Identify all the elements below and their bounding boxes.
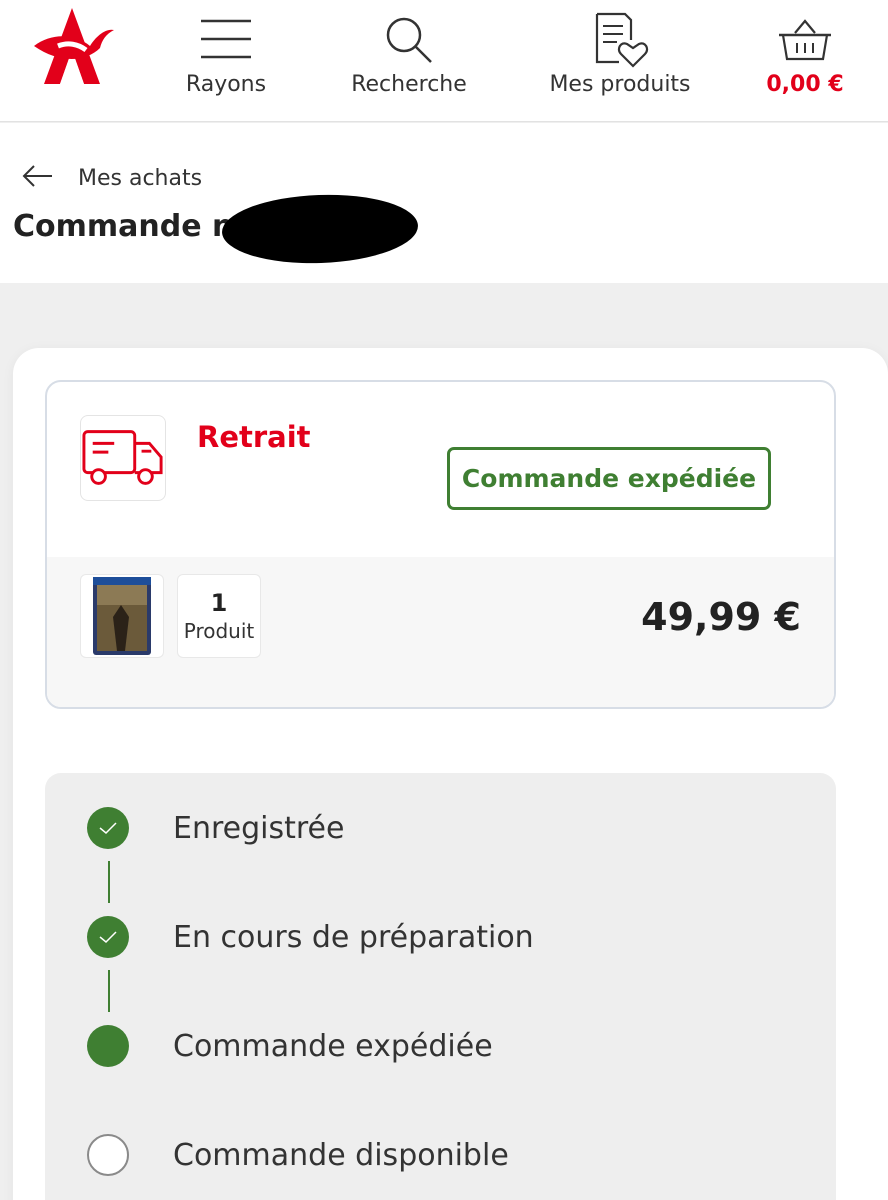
check-icon: [87, 807, 129, 849]
search-icon: [384, 12, 434, 68]
menu-icon: [199, 12, 253, 68]
truck-icon: [80, 415, 166, 501]
list-heart-icon: [591, 12, 649, 68]
status-badge: Commande expédiée: [447, 447, 771, 510]
nav-rayons[interactable]: Rayons: [168, 0, 284, 122]
pending-step-dot: [87, 1134, 129, 1176]
tracking-step-enregistree: Enregistrée: [87, 806, 344, 850]
product-count: 1 Produit: [177, 574, 261, 658]
nav-recherche-label: Recherche: [351, 72, 467, 97]
arrow-left-icon: [22, 165, 54, 191]
product-thumbnail[interactable]: [80, 574, 164, 658]
tracking-step-disponible: Commande disponible: [87, 1133, 509, 1177]
tracking-connector: [108, 970, 110, 1012]
basket-icon: [777, 12, 833, 68]
order-summary-card[interactable]: Retrait Commande expédiée 1 Produit 49,9…: [45, 380, 836, 709]
back-link-label: Mes achats: [78, 165, 203, 191]
page-title: Commande n°: [13, 209, 249, 244]
tracking-step-label: En cours de préparation: [173, 919, 534, 955]
nav-mes-produits-label: Mes produits: [549, 72, 691, 97]
cart-total: 0,00 €: [766, 72, 844, 97]
product-count-value: 1: [210, 589, 228, 617]
check-icon: [87, 916, 129, 958]
nav-recherche[interactable]: Recherche: [344, 0, 474, 122]
tracking-connector: [108, 861, 110, 903]
delivery-mode: Retrait: [197, 420, 311, 454]
current-step-dot: [87, 1025, 129, 1067]
tracking-step-label: Commande expédiée: [173, 1028, 493, 1064]
auchan-logo[interactable]: [30, 6, 114, 86]
page-header: Mes achats Commande n°: [0, 123, 888, 283]
product-count-label: Produit: [183, 619, 255, 643]
order-tracking: Enregistrée En cours de préparation Comm…: [45, 773, 836, 1200]
nav-mes-produits[interactable]: Mes produits: [540, 0, 700, 122]
nav-panier[interactable]: 0,00 €: [755, 0, 855, 122]
order-price: 49,99 €: [641, 595, 801, 639]
order-items-row: 1 Produit 49,99 €: [47, 557, 834, 707]
tracking-step-preparation: En cours de préparation: [87, 915, 534, 959]
back-link[interactable]: Mes achats: [22, 163, 202, 193]
tracking-step-label: Enregistrée: [173, 810, 345, 846]
tracking-step-expediee: Commande expédiée: [87, 1024, 493, 1068]
tracking-step-label: Commande disponible: [173, 1137, 509, 1173]
nav-rayons-label: Rayons: [185, 72, 267, 97]
top-nav-bar: Rayons Recherche Mes produits 0,00 €: [0, 0, 888, 122]
